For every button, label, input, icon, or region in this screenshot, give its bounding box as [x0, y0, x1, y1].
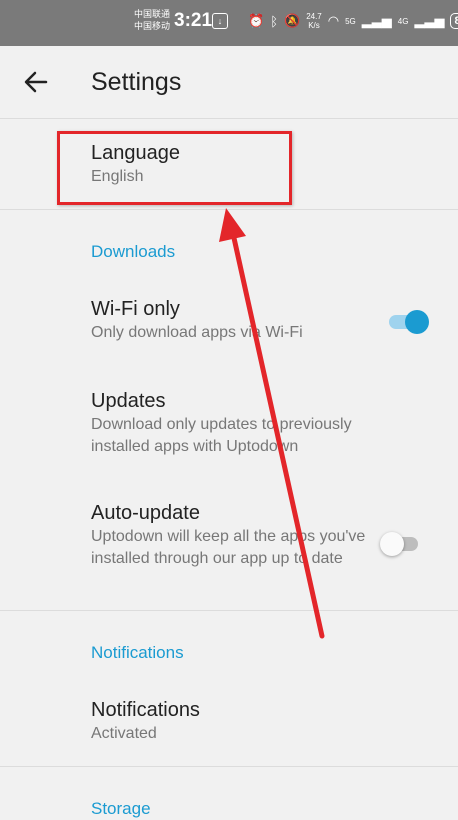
toolbar: Settings	[0, 46, 458, 119]
wifi-only-title: Wi-Fi only	[91, 298, 180, 320]
carrier-labels: 中国联通 中国移动	[134, 8, 170, 32]
divider	[0, 610, 458, 611]
divider	[0, 209, 458, 210]
wifi-only-subtitle: Only download apps via Wi-Fi	[91, 324, 303, 341]
auto-update-title: Auto-update	[91, 502, 200, 524]
back-arrow-icon[interactable]	[22, 68, 50, 96]
wifi-icon: ◠	[327, 13, 340, 28]
auto-update-subtitle: Uptodown will keep all the apps you've i…	[91, 528, 366, 567]
speed-unit: K/s	[308, 21, 320, 30]
status-icons: ⏰ ᛒ 🔕 24.7 K/s ◠ 5G ▂▃▅ 4G ▂▃▅ 83	[248, 12, 458, 30]
auto-update-setting[interactable]: Auto-update Uptodown will keep all the a…	[91, 500, 371, 570]
signal-icon: ▂▃▅	[361, 13, 392, 28]
alarm-icon: ⏰	[248, 13, 265, 28]
download-notification-icon: ↓	[212, 13, 228, 29]
net-4g-label: 4G	[397, 16, 409, 26]
annotation-highlight-box	[57, 131, 292, 205]
wifi-only-toggle[interactable]	[389, 310, 429, 334]
toggle-thumb	[405, 310, 429, 334]
mute-icon: 🔕	[284, 13, 301, 28]
carrier-1: 中国联通	[134, 9, 171, 19]
notifications-title: Notifications	[91, 699, 200, 721]
section-downloads: Downloads	[91, 242, 176, 261]
signal-icon-2: ▂▃▅	[414, 13, 445, 28]
page-title: Settings	[91, 68, 182, 96]
status-bar: 中国联通 中国移动 3:21 ↓ ⏰ ᛒ 🔕 24.7 K/s ◠ 5G ▂▃▅…	[0, 0, 458, 46]
toggle-thumb	[380, 532, 404, 556]
speed-value: 24.7	[306, 12, 322, 21]
section-storage: Storage	[91, 799, 151, 818]
updates-title: Updates	[91, 390, 166, 412]
carrier-2: 中国移动	[134, 21, 171, 31]
divider	[0, 766, 458, 767]
net-5g-label: 5G	[345, 16, 356, 26]
auto-update-toggle[interactable]	[380, 532, 420, 556]
bluetooth-icon: ᛒ	[270, 13, 278, 29]
section-notifications: Notifications	[91, 643, 184, 662]
clock: 3:21	[174, 10, 213, 31]
notifications-value: Activated	[91, 725, 157, 742]
updates-setting[interactable]: Updates Download only updates to previou…	[91, 388, 401, 458]
notifications-setting[interactable]: Notifications Activated	[91, 697, 401, 745]
battery-indicator: 83	[450, 13, 458, 29]
network-speed: 24.7 K/s	[306, 12, 322, 30]
wifi-only-setting[interactable]: Wi-Fi only Only download apps via Wi-Fi	[91, 296, 401, 344]
updates-subtitle: Download only updates to previously inst…	[91, 416, 352, 455]
